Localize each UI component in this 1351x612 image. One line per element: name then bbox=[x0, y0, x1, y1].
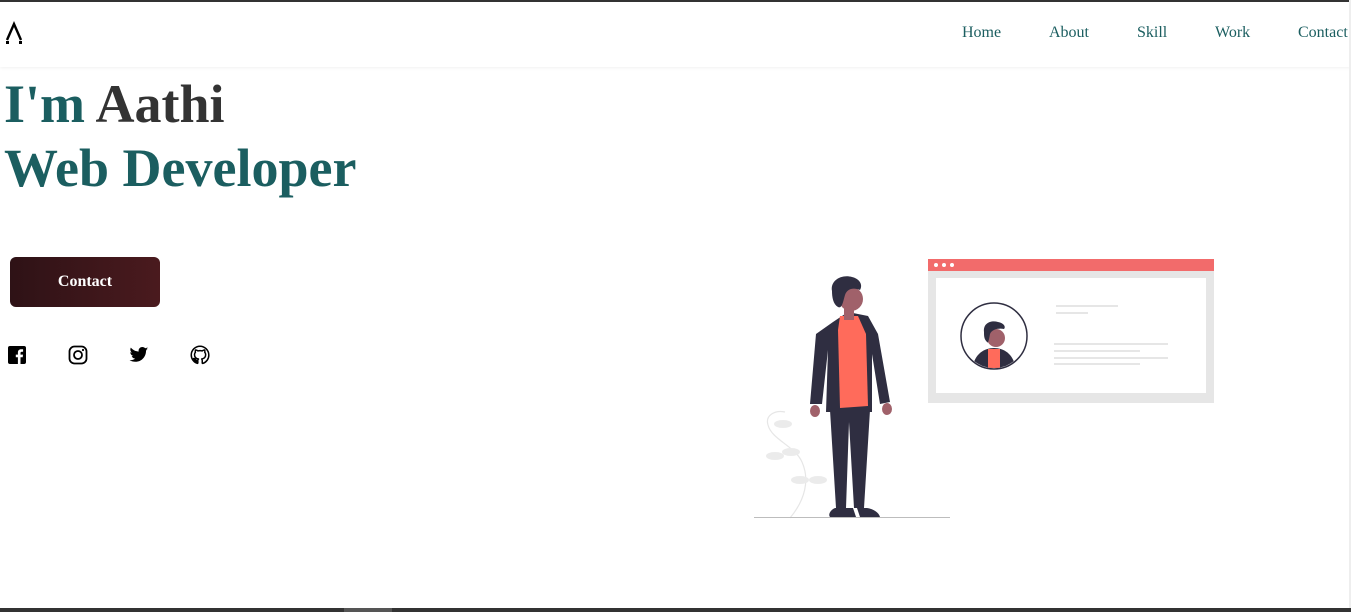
plant-decoration bbox=[766, 410, 827, 519]
site-header: Home About Skill Work Contact bbox=[0, 2, 1351, 67]
hero-subtitle: Web Developer bbox=[4, 138, 357, 198]
hero-title: I'm Aathi bbox=[4, 72, 225, 136]
main-nav: Home About Skill Work Contact bbox=[0, 24, 1351, 48]
scrollbar-thumb[interactable] bbox=[344, 608, 392, 612]
nav-contact-link[interactable]: Contact bbox=[1298, 24, 1348, 42]
facebook-icon[interactable] bbox=[7, 345, 27, 365]
instagram-icon[interactable] bbox=[68, 345, 88, 365]
hero-title-name: Aathi bbox=[95, 74, 225, 134]
nav-work-link[interactable]: Work bbox=[1215, 24, 1250, 42]
nav-about-link[interactable]: About bbox=[1049, 24, 1089, 42]
hero-title-prefix: I'm bbox=[4, 74, 96, 134]
contact-button[interactable]: Contact bbox=[10, 257, 160, 307]
window-top-border bbox=[0, 0, 1351, 2]
browser-window bbox=[928, 259, 1214, 403]
developer-illustration bbox=[754, 259, 1214, 519]
window-bottom-bar bbox=[0, 608, 1351, 612]
nav-home-link[interactable]: Home bbox=[962, 24, 1001, 42]
github-icon[interactable] bbox=[190, 345, 210, 365]
twitter-icon[interactable] bbox=[129, 345, 149, 365]
nav-skill-link[interactable]: Skill bbox=[1137, 24, 1167, 42]
